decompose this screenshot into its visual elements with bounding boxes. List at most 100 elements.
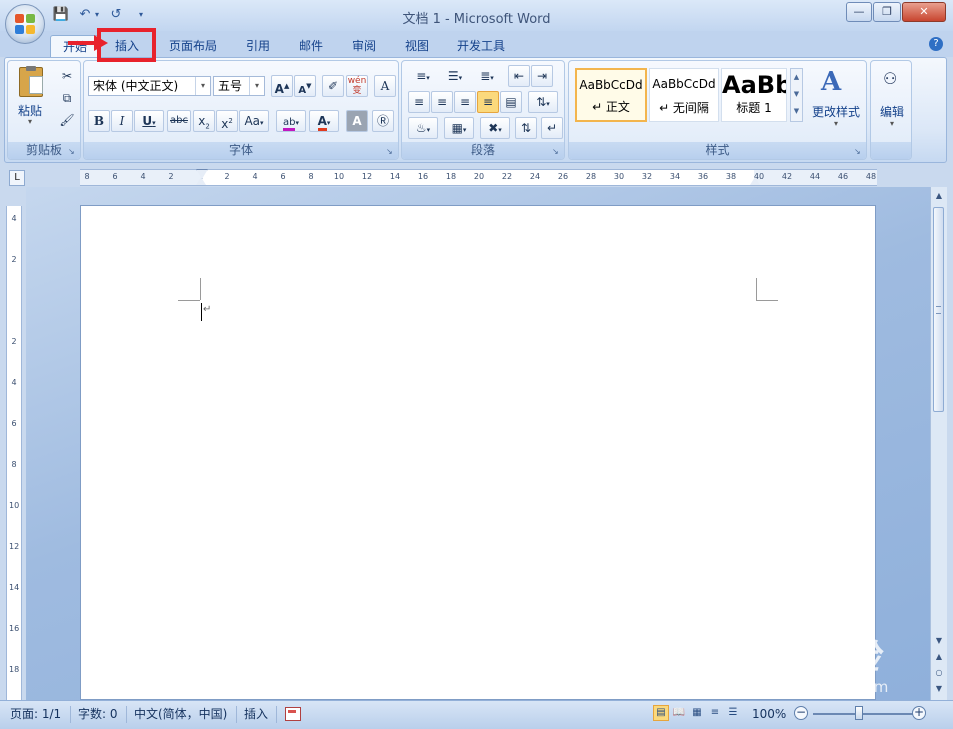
paste-dropdown-icon[interactable]: ▾: [14, 117, 46, 126]
styles-launcher-icon[interactable]: ↘: [854, 147, 863, 156]
editing-dropdown-icon[interactable]: ▾: [875, 119, 909, 128]
superscript-icon[interactable]: x2: [216, 110, 238, 132]
macro-recording-icon[interactable]: [285, 707, 301, 721]
scroll-down-arrow-icon[interactable]: ▼: [933, 635, 945, 647]
minimize-icon[interactable]: —: [846, 2, 872, 22]
zoom-level[interactable]: 100%: [752, 706, 786, 722]
scroll-up-arrow-icon[interactable]: ▲: [933, 190, 945, 202]
ruler-tick-label: 30: [613, 172, 625, 181]
highlight-color-icon[interactable]: ab▾: [276, 110, 306, 132]
italic-icon[interactable]: I: [111, 110, 133, 132]
ruler-tick-label: 2: [11, 337, 17, 346]
editing-label: 编辑: [879, 105, 904, 119]
borders-icon[interactable]: ▦▾: [444, 117, 474, 139]
more-styles-icon[interactable]: ▼: [791, 103, 802, 120]
tab-developer[interactable]: 开发工具: [448, 35, 514, 57]
phonetic-guide-icon[interactable]: wén 变: [346, 75, 368, 97]
change-styles-dropdown-icon[interactable]: ▾: [807, 119, 865, 128]
format-painter-icon[interactable]: 🖌: [56, 109, 78, 131]
font-size-dropdown-icon[interactable]: ▾: [249, 77, 264, 95]
show-marks-icon[interactable]: ↵: [541, 117, 563, 139]
tab-references[interactable]: 引用: [236, 35, 280, 57]
tab-mailings[interactable]: 邮件: [289, 35, 333, 57]
justify-icon[interactable]: ≡: [477, 91, 499, 113]
ruler-tick-label: 18: [445, 172, 457, 181]
grow-font-icon[interactable]: A▲: [271, 75, 293, 97]
character-shading-icon[interactable]: A: [346, 110, 368, 132]
numbering-icon[interactable]: ☰▾: [440, 65, 470, 87]
font-size-select[interactable]: 五号 ▾: [213, 76, 265, 96]
bullets-icon[interactable]: ≡▾: [408, 65, 438, 87]
vertical-ruler[interactable]: 4 2 2 4 6 8 10 12 14 16 18: [6, 206, 22, 700]
scroll-down-icon[interactable]: ▼: [791, 86, 802, 103]
select-browse-object-icon[interactable]: ○: [933, 667, 945, 679]
shading-icon[interactable]: ♨▾: [408, 117, 438, 139]
cut-icon[interactable]: ✂: [56, 65, 78, 87]
editing-button[interactable]: ⚇ 编辑 ▾: [875, 65, 909, 135]
close-icon[interactable]: ✕: [902, 2, 946, 22]
font-launcher-icon[interactable]: ↘: [386, 147, 395, 156]
draft-view-icon[interactable]: ☰: [725, 705, 741, 721]
zoom-slider-thumb[interactable]: [855, 706, 863, 720]
multilevel-list-icon[interactable]: ≣▾: [472, 65, 502, 87]
style-card-heading-1[interactable]: AaBb 标题 1: [721, 68, 787, 122]
align-left-icon[interactable]: ≡: [408, 91, 430, 113]
tab-review[interactable]: 审阅: [342, 35, 386, 57]
zoom-in-icon[interactable]: +: [912, 706, 926, 720]
scroll-up-icon[interactable]: ▲: [791, 69, 802, 86]
paragraph-mark: ↵: [203, 304, 212, 315]
decrease-indent-icon[interactable]: ⇤: [508, 65, 530, 87]
editing-group-footer: [871, 142, 911, 159]
ruler-tick-label: 10: [333, 172, 345, 181]
shrink-font-icon[interactable]: A▼: [294, 75, 316, 97]
web-layout-icon[interactable]: ▦: [689, 705, 705, 721]
subscript-icon[interactable]: x2: [193, 110, 215, 132]
word-count[interactable]: 字数: 0: [78, 706, 118, 722]
zoom-out-icon[interactable]: −: [794, 706, 808, 720]
paste-button[interactable]: 粘贴 ▾: [14, 65, 46, 127]
styles-scroll[interactable]: ▲ ▼ ▼: [790, 68, 803, 122]
clipboard-launcher-icon[interactable]: ↘: [68, 147, 77, 156]
strikethrough-icon[interactable]: abc: [167, 110, 191, 132]
sort-icon[interactable]: ⇅: [515, 117, 537, 139]
line-spacing-icon[interactable]: ⇅▾: [528, 91, 558, 113]
help-icon[interactable]: ?: [929, 37, 943, 51]
character-border-icon[interactable]: A: [374, 75, 396, 97]
tab-page-layout[interactable]: 页面布局: [162, 35, 224, 57]
align-center-icon[interactable]: ≡: [431, 91, 453, 113]
maximize-icon[interactable]: ❐: [873, 2, 901, 22]
office-button[interactable]: [5, 4, 45, 44]
zoom-slider-track[interactable]: [813, 713, 913, 715]
next-page-icon[interactable]: ▼: [933, 683, 945, 695]
ruler-tick-label: 8: [308, 172, 314, 181]
previous-page-icon[interactable]: ▲: [933, 651, 945, 663]
style-card-normal[interactable]: AaBbCcDd ↵ 正文: [575, 68, 647, 122]
align-right-icon[interactable]: ≡: [454, 91, 476, 113]
language-indicator[interactable]: 中文(简体，中国): [134, 706, 227, 722]
bold-icon[interactable]: B: [88, 110, 110, 132]
enclose-characters-icon[interactable]: Ⓡ: [372, 110, 394, 132]
distributed-icon[interactable]: ▤: [500, 91, 522, 113]
clear-formatting-icon[interactable]: ✐: [322, 75, 344, 97]
underline-icon[interactable]: U▾: [134, 110, 164, 132]
horizontal-ruler[interactable]: 8 6 4 2 2 4 6 8 10 12 14 16 18 20 22 24 26 28 30 32 34 36 38 40…: [80, 169, 877, 186]
page-count[interactable]: 页面: 1/1: [10, 706, 61, 722]
font-color-icon[interactable]: A▾: [309, 110, 339, 132]
outline-view-icon[interactable]: ≡: [707, 705, 723, 721]
tab-view[interactable]: 视图: [395, 35, 439, 57]
full-screen-reading-icon[interactable]: 📖: [671, 705, 687, 721]
vertical-scrollbar[interactable]: ▲ ▼ ▲ ○ ▼: [930, 187, 947, 700]
chinese-layout-icon[interactable]: ✖▾: [480, 117, 510, 139]
tab-selector[interactable]: L: [9, 170, 25, 186]
change-case-icon[interactable]: Aa▾: [239, 110, 269, 132]
font-name-dropdown-icon[interactable]: ▾: [195, 77, 210, 95]
increase-indent-icon[interactable]: ⇥: [531, 65, 553, 87]
paragraph-launcher-icon[interactable]: ↘: [552, 147, 561, 156]
insert-mode[interactable]: 插入: [244, 706, 268, 722]
copy-icon[interactable]: ⧉: [56, 87, 78, 109]
font-name-select[interactable]: 宋体 (中文正文) ▾: [88, 76, 211, 96]
style-card-no-spacing[interactable]: AaBbCcDd ↵ 无间隔: [649, 68, 719, 122]
scrollbar-thumb[interactable]: [933, 207, 944, 412]
change-styles-button[interactable]: A 更改样式 ▾: [807, 65, 865, 137]
print-layout-view-icon[interactable]: ▤: [653, 705, 669, 721]
